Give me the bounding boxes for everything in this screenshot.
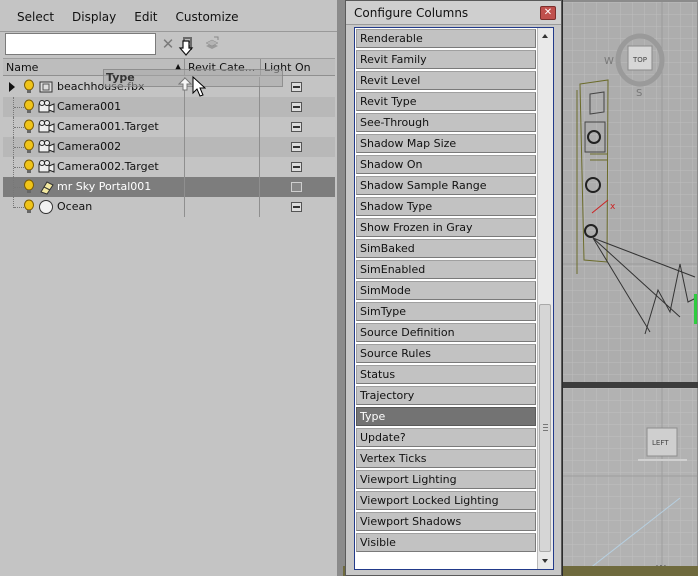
column-list-item[interactable]: Shadow Map Size: [356, 134, 536, 153]
clear-filter-icon[interactable]: ✕: [160, 36, 176, 52]
column-divider: [184, 77, 185, 217]
light-on-checkbox[interactable]: [291, 182, 302, 192]
drop-arrow-icon: [178, 40, 194, 56]
column-list-item[interactable]: Visible: [356, 533, 536, 552]
column-list-item[interactable]: Type: [356, 407, 536, 426]
axis-x-label: x: [610, 202, 616, 212]
column-list-item[interactable]: Viewport Lighting: [356, 470, 536, 489]
table-row[interactable]: Camera001: [3, 97, 335, 117]
column-list: Renderable Revit Family Revit Level Revit T…: [354, 27, 554, 570]
scene-tree: beachhouse.fbx Camera001 Camera001.Targe…: [3, 77, 335, 217]
column-list-item[interactable]: Source Rules: [356, 344, 536, 363]
camera-icon: [38, 140, 55, 153]
column-list-item[interactable]: Source Definition: [356, 323, 536, 342]
column-list-item[interactable]: SimBaked: [356, 239, 536, 258]
lightbulb-icon[interactable]: [23, 159, 35, 175]
lightbulb-icon[interactable]: [23, 119, 35, 135]
list-scrollbar[interactable]: [537, 28, 553, 569]
container-icon: [39, 81, 53, 93]
table-row[interactable]: mr Sky Portal001: [3, 177, 335, 197]
expand-arrow-icon[interactable]: [9, 82, 15, 92]
dialog-title: Configure Columns: [354, 6, 469, 20]
column-list-item[interactable]: Revit Type: [356, 92, 536, 111]
light-on-checkbox[interactable]: [291, 122, 302, 132]
insert-up-arrow-icon: [178, 77, 192, 91]
compass-w-label: W: [604, 56, 614, 67]
view-cube-top-label: TOP: [632, 56, 647, 64]
lightbulb-icon[interactable]: [23, 99, 35, 115]
dialog-titlebar[interactable]: Configure Columns ✕: [346, 1, 561, 25]
column-list-item[interactable]: See-Through: [356, 113, 536, 132]
column-list-item[interactable]: Update?: [356, 428, 536, 447]
compass-s-label: S: [636, 88, 642, 99]
column-list-item[interactable]: Revit Level: [356, 71, 536, 90]
column-list-item[interactable]: Show Frozen in Gray: [356, 218, 536, 237]
column-list-item[interactable]: SimMode: [356, 281, 536, 300]
column-list-item[interactable]: Viewport Locked Lighting: [356, 491, 536, 510]
scroll-up-icon[interactable]: [538, 28, 553, 44]
light-on-checkbox[interactable]: [291, 142, 302, 152]
sphere-icon: [39, 200, 53, 214]
sky-portal-icon: [40, 181, 54, 195]
camera-icon: [38, 120, 55, 133]
row-label: Camera001.Target: [57, 120, 159, 133]
search-input[interactable]: [5, 33, 156, 55]
column-items: Renderable Revit Family Revit Level Revit T…: [356, 29, 536, 554]
scroll-grip-icon: [543, 424, 548, 431]
table-row[interactable]: Camera002.Target: [3, 157, 335, 177]
column-divider: [259, 77, 260, 217]
camera-icon: [38, 160, 55, 173]
light-on-checkbox[interactable]: [291, 102, 302, 112]
view-cube-left-label: LEFT: [652, 439, 669, 447]
table-row[interactable]: Camera001.Target: [3, 117, 335, 137]
menu-select[interactable]: Select: [8, 6, 63, 28]
lightbulb-icon[interactable]: [23, 79, 35, 95]
column-list-item[interactable]: Trajectory: [356, 386, 536, 405]
menu-customize[interactable]: Customize: [167, 6, 248, 28]
menu-display[interactable]: Display: [63, 6, 125, 28]
light-on-checkbox[interactable]: [291, 82, 302, 92]
menu-edit[interactable]: Edit: [125, 6, 166, 28]
light-on-checkbox[interactable]: [291, 202, 302, 212]
column-list-item[interactable]: Renderable: [356, 29, 536, 48]
table-row[interactable]: Camera002: [3, 137, 335, 157]
scene-explorer-panel: Select Display Edit Customize ✕ Name ▲ R…: [0, 0, 338, 576]
top-viewport[interactable]: x TOP W S: [560, 2, 697, 382]
table-row[interactable]: Ocean: [3, 197, 335, 217]
explorer-toolbar: ✕: [0, 31, 338, 58]
camera-icon: [38, 100, 55, 113]
row-label: Camera002: [57, 140, 122, 153]
light-on-checkbox[interactable]: [291, 162, 302, 172]
configure-columns-dialog: Configure Columns ✕ Renderable Revit Fami…: [345, 0, 562, 576]
column-list-item[interactable]: Viewport Shadows: [356, 512, 536, 531]
column-list-item[interactable]: Vertex Ticks: [356, 449, 536, 468]
column-list-item[interactable]: Shadow On: [356, 155, 536, 174]
row-label: Camera002.Target: [57, 160, 159, 173]
left-viewport[interactable]: LEFT W: [560, 388, 697, 576]
lightbulb-icon[interactable]: [23, 179, 35, 195]
left-viewport-scene: LEFT W: [560, 388, 697, 576]
close-button[interactable]: ✕: [540, 6, 556, 20]
column-list-item[interactable]: Revit Family: [356, 50, 536, 69]
column-list-item[interactable]: SimEnabled: [356, 260, 536, 279]
column-list-item[interactable]: Status: [356, 365, 536, 384]
mouse-cursor-icon: [192, 76, 206, 97]
scroll-thumb[interactable]: [539, 304, 551, 552]
lightbulb-icon[interactable]: [23, 199, 35, 215]
column-list-item[interactable]: Shadow Type: [356, 197, 536, 216]
row-label: Ocean: [57, 200, 93, 213]
scroll-down-icon[interactable]: [538, 553, 553, 569]
row-label: mr Sky Portal001: [57, 180, 152, 193]
column-list-item[interactable]: SimType: [356, 302, 536, 321]
menu-bar: Select Display Edit Customize: [0, 4, 248, 30]
row-label: Camera001: [57, 100, 122, 113]
layers-icon[interactable]: [204, 36, 220, 52]
top-viewport-scene: x TOP W S: [560, 2, 697, 382]
column-list-item[interactable]: Shadow Sample Range: [356, 176, 536, 195]
lightbulb-icon[interactable]: [23, 139, 35, 155]
